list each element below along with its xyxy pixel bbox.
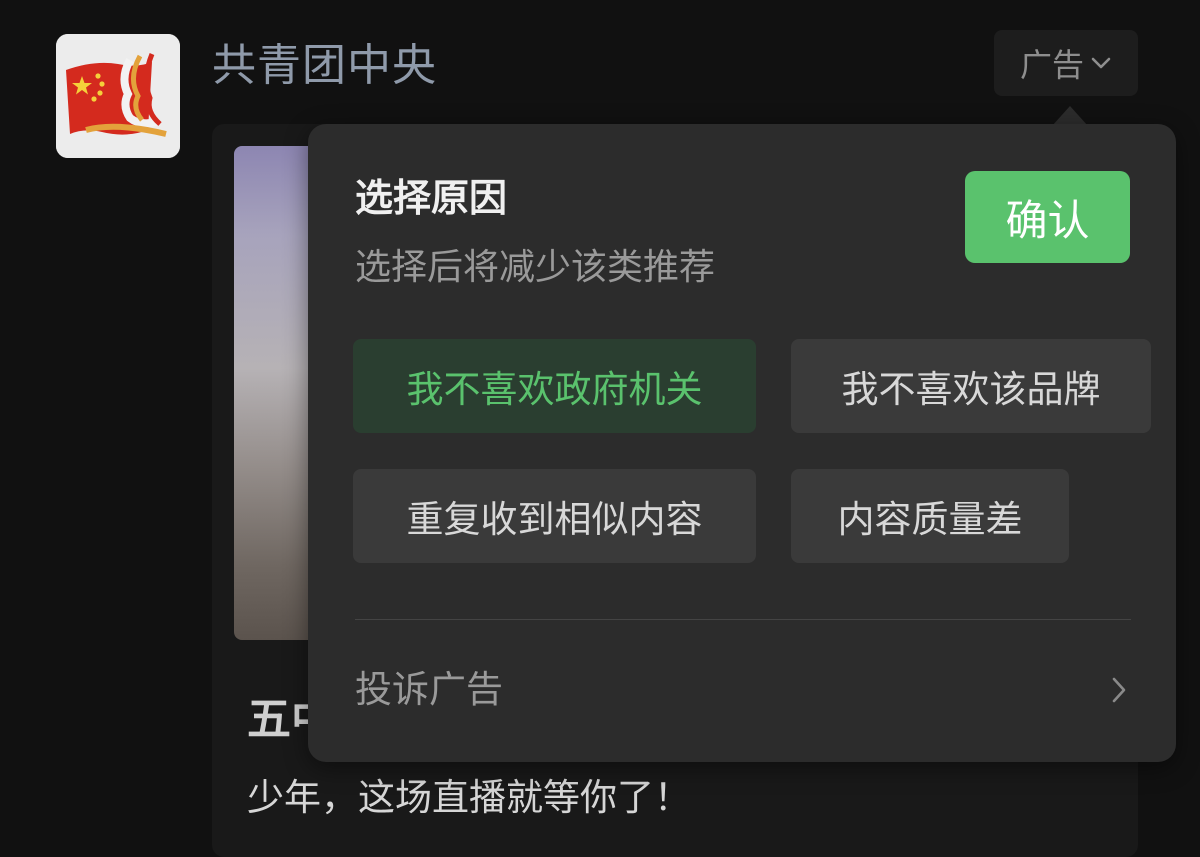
popup-arrow [1052, 106, 1088, 126]
popup-title: 选择原因 [355, 176, 508, 220]
confirm-button[interactable]: 确认 [965, 171, 1130, 263]
ad-card-title: 五中 [247, 694, 315, 745]
chevron-down-icon [1090, 56, 1112, 70]
ad-label: 广告 [1019, 46, 1084, 84]
reason-option-dislike-brand[interactable]: 我不喜欢该品牌 [791, 339, 1151, 433]
reason-option-poor-quality[interactable]: 内容质量差 [791, 469, 1069, 563]
ad-label-button[interactable]: 广告 [994, 30, 1138, 96]
popup-subtitle: 选择后将减少该类推荐 [355, 247, 716, 288]
ad-card-description: 少年，这场直播就等你了！ [247, 776, 691, 819]
account-name[interactable]: 共青团中央 [212, 36, 437, 96]
chevron-right-icon [1111, 676, 1127, 708]
reason-option-dislike-government[interactable]: 我不喜欢政府机关 [353, 339, 756, 433]
report-ad-label: 投诉广告 [355, 668, 503, 711]
avatar[interactable] [56, 34, 180, 158]
report-ad-row[interactable]: 投诉广告 [355, 640, 1131, 740]
reason-option-repeated-content[interactable]: 重复收到相似内容 [353, 469, 756, 563]
ad-feed-page: 共青团中央 广告 五中 少年，这场直播就等你了！ 选择原因 选择后将减少该类推荐… [0, 0, 1200, 857]
flag-logo-icon [56, 34, 180, 158]
popup-divider [355, 619, 1131, 620]
